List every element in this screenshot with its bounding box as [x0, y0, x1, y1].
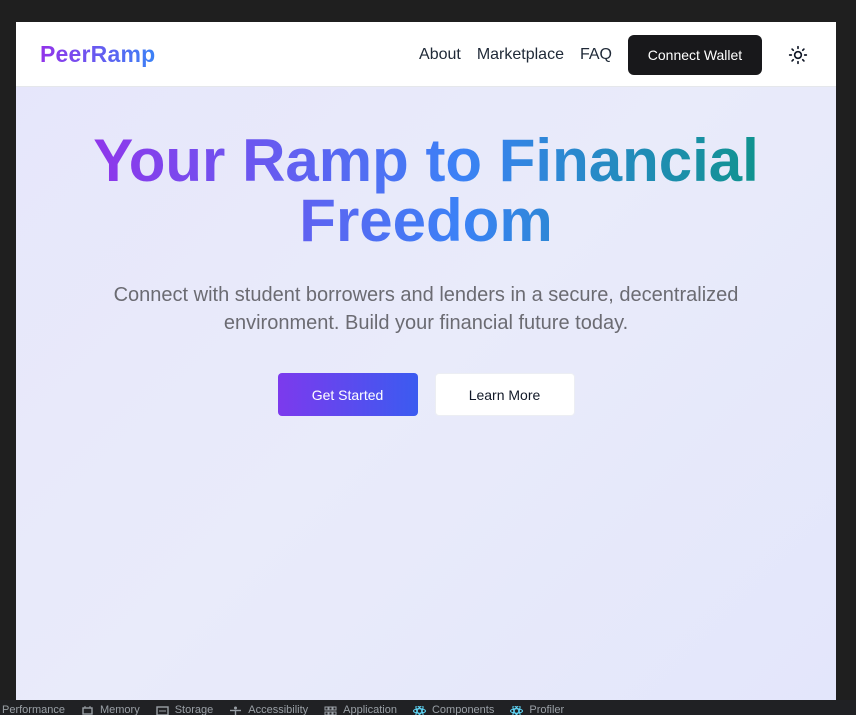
devtools-tab-accessibility[interactable]: Accessibility: [229, 700, 308, 715]
devtools-tab-memory[interactable]: Memory: [81, 700, 140, 715]
navbar: PeerRamp About Marketplace FAQ Connect W…: [16, 22, 836, 87]
react-icon: [510, 705, 524, 715]
devtools-tab-application[interactable]: Application: [324, 700, 397, 715]
devtools-tab-label: Performance: [2, 704, 65, 715]
hero-subtitle: Connect with student borrowers and lende…: [113, 284, 739, 334]
nav-link-marketplace[interactable]: Marketplace: [477, 46, 564, 64]
devtools-tab-storage[interactable]: Storage: [156, 700, 214, 715]
hero-title-line2: Freedom: [299, 187, 553, 254]
theme-toggle-button[interactable]: [784, 41, 812, 69]
devtools-tab-label: Accessibility: [248, 704, 309, 715]
hero-title: Your Ramp to Financial Freedom: [76, 131, 776, 251]
devtools-tab-label: Memory: [99, 704, 140, 715]
devtools-tab-label: Storage: [174, 704, 214, 715]
devtools-tab-label: Application: [343, 704, 397, 715]
hero-actions: Get Started Learn More: [16, 373, 836, 416]
react-icon: [412, 705, 426, 715]
devtools-tab-label: Components: [431, 704, 495, 715]
devtools-tab-profiler[interactable]: Profiler: [510, 700, 564, 715]
hero-title-line1: Your Ramp to Financial: [93, 127, 759, 194]
connect-wallet-button[interactable]: Connect Wallet: [628, 34, 762, 75]
devtools-tab-label: Profiler: [529, 704, 565, 715]
nav-link-about[interactable]: About: [419, 46, 461, 64]
nav-link-faq[interactable]: FAQ: [580, 46, 612, 64]
get-started-button[interactable]: Get Started: [277, 373, 418, 416]
devtools-tab-components[interactable]: Components: [412, 700, 495, 715]
accessibility-icon: [230, 706, 242, 715]
browser-viewport: PeerRamp About Marketplace FAQ Connect W…: [16, 22, 836, 700]
devtools-tab-performance[interactable]: Performance: [2, 700, 65, 715]
memory-icon: [82, 705, 93, 715]
nav-links: About Marketplace FAQ Connect Wallet: [419, 22, 812, 87]
learn-more-button[interactable]: Learn More: [434, 373, 575, 416]
hero-section: Your Ramp to Financial Freedom Connect w…: [16, 87, 836, 416]
sun-icon: [788, 45, 808, 64]
devtools-tab-bar: Performance Memory Storage Accessibility…: [0, 700, 856, 715]
application-icon: [324, 706, 337, 715]
storage-icon: [156, 705, 169, 715]
brand-logo[interactable]: PeerRamp: [40, 41, 155, 68]
